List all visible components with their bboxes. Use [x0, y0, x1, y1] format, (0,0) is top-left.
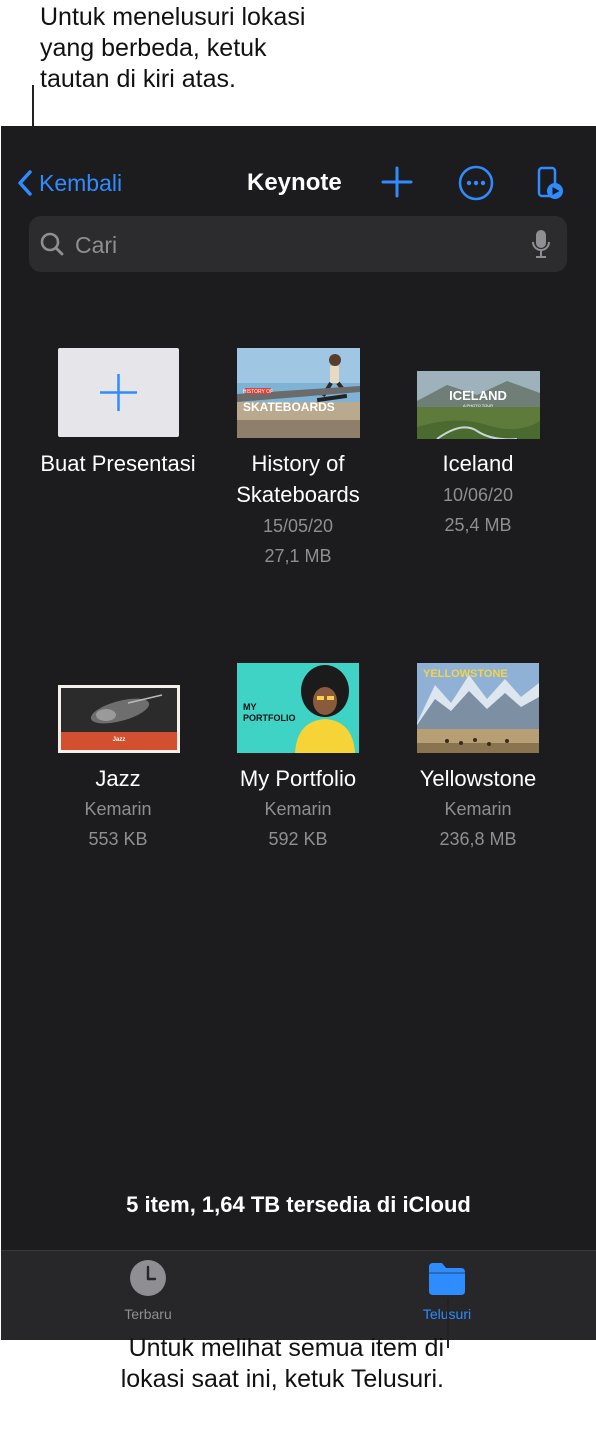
document-thumbnail[interactable]: ICELAND A PHOTO TOUR [417, 371, 540, 439]
callout-leader-line-bottom [447, 1298, 449, 1348]
phone-screen: Kembali Keynote Cari Buat Presentasi HIS… [1, 126, 596, 1340]
plus-icon [100, 374, 137, 411]
tab-recents[interactable]: Terbaru [78, 1259, 218, 1322]
page-title: Keynote [247, 169, 342, 196]
create-presentation-label: Buat Presentasi [40, 451, 196, 476]
document-date: Kemarin [264, 799, 332, 819]
thumbnail-title-text: ICELAND [449, 388, 507, 403]
document-name: Jazz [95, 766, 141, 791]
tab-bar: Terbaru Telusuri [1, 1250, 596, 1340]
document-size: 27,1 MB [264, 546, 332, 566]
document-size: 553 KB [88, 829, 148, 849]
document-date: 15/05/20 [262, 516, 334, 536]
document-name: History of Skateboards [236, 451, 360, 507]
document-name: Iceland [442, 451, 514, 476]
document-thumbnail[interactable]: MY PORTFOLIO [237, 663, 359, 753]
device-play-icon[interactable] [535, 165, 565, 201]
document-name: Yellowstone [419, 766, 537, 791]
thumbnail-accent-text: A PHOTO TOUR [463, 403, 493, 408]
document-date: 10/06/20 [442, 485, 514, 505]
back-button[interactable]: Kembali [17, 166, 122, 200]
document-name: My Portfolio [239, 766, 357, 791]
navigation-bar: Kembali Keynote [1, 126, 596, 214]
clock-icon [130, 1260, 166, 1296]
storage-status: 5 item, 1,64 TB tersedia di iCloud [126, 1192, 471, 1217]
folder-icon [429, 1263, 465, 1295]
document-thumbnail[interactable]: Jazz [58, 685, 180, 753]
callout-top: Untuk menelusuri lokasi yang berbeda, ke… [40, 3, 306, 93]
document-size: 236,8 MB [439, 829, 517, 849]
thumbnail-title-text: SKATEBOARDS [243, 400, 335, 414]
thumbnail-accent-text: HISTORY OF [243, 389, 273, 395]
document-size: 592 KB [268, 829, 328, 849]
search-bar [29, 216, 567, 272]
document-date: Kemarin [444, 799, 512, 819]
document-thumbnail[interactable]: HISTORY OF SKATEBOARDS [237, 348, 360, 438]
thumbnail-title-text: YELLOWSTONE [423, 668, 508, 680]
microphone-icon[interactable] [531, 229, 551, 259]
document-date: Kemarin [84, 799, 152, 819]
thumbnail-title-text: Jazz [113, 737, 126, 743]
create-presentation-thumbnail[interactable] [58, 348, 179, 437]
search-input[interactable] [73, 223, 517, 267]
back-label: Kembali [39, 169, 123, 196]
chevron-left-icon [18, 170, 32, 196]
document-thumbnail[interactable]: YELLOWSTONE [417, 663, 539, 753]
document-size: 25,4 MB [444, 515, 512, 535]
search-icon [40, 232, 64, 256]
callout-bottom: Untuk melihat semua item di lokasi saat … [120, 1334, 444, 1393]
more-icon[interactable] [458, 165, 494, 201]
tab-label: Terbaru [124, 1306, 172, 1322]
plus-icon[interactable] [380, 165, 414, 199]
